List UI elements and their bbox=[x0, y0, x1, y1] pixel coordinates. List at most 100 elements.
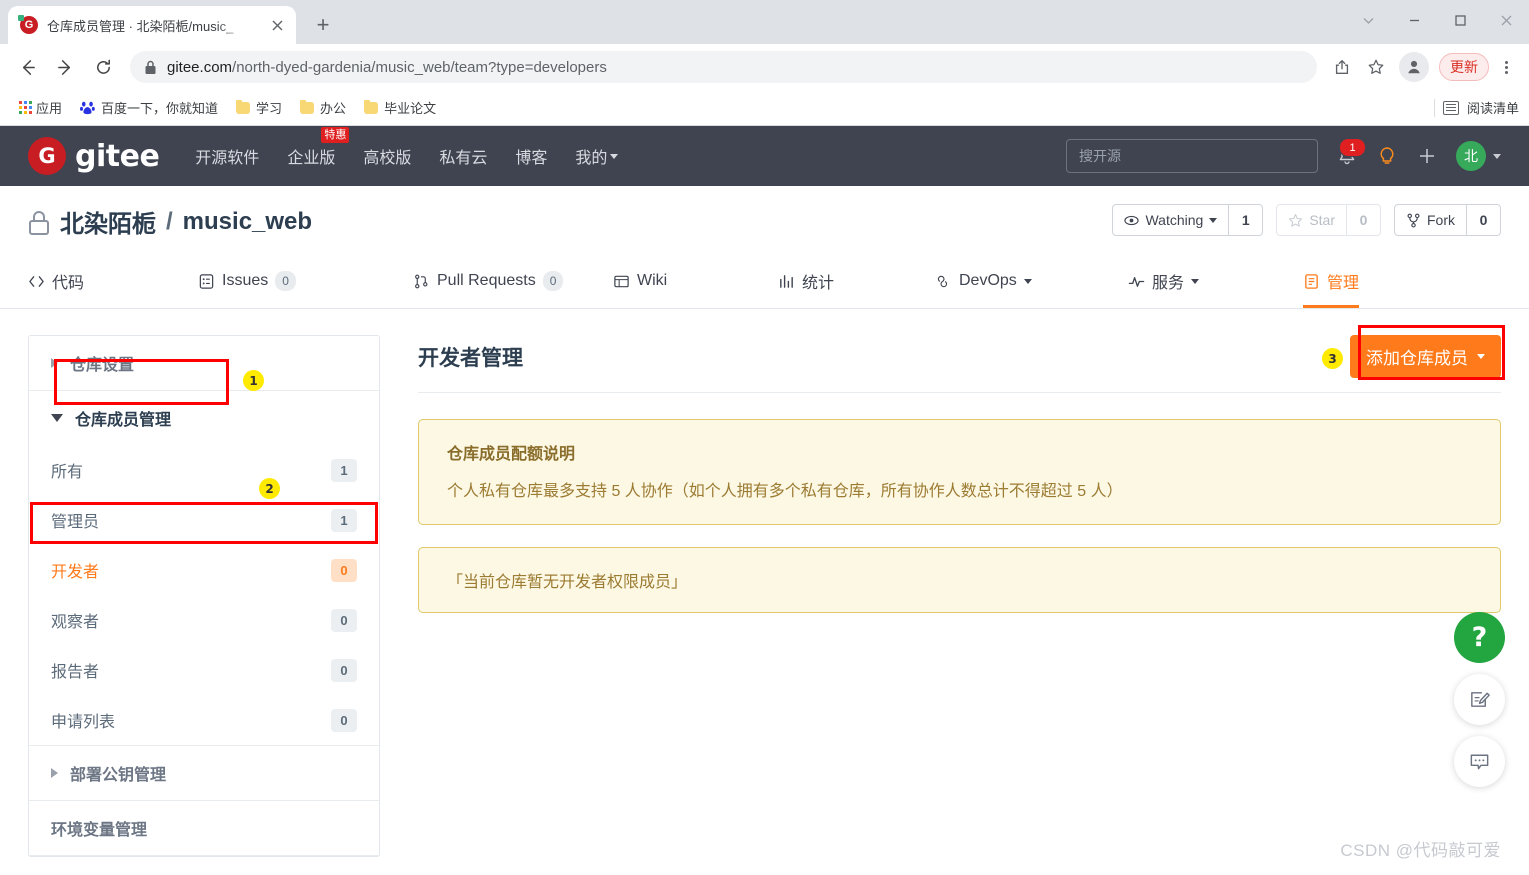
tab-code[interactable]: 代码 bbox=[28, 255, 198, 308]
sidebar-item-reporters[interactable]: 报告者 0 bbox=[29, 645, 379, 695]
edit-note-icon bbox=[1471, 692, 1490, 707]
activity-icon bbox=[1128, 276, 1145, 287]
feedback-button[interactable] bbox=[1454, 674, 1505, 725]
tab-devops[interactable]: DevOps bbox=[933, 255, 1128, 308]
sidebar-label: 仓库成员管理 bbox=[75, 412, 172, 429]
lightbulb-icon[interactable] bbox=[1376, 145, 1398, 167]
forward-arrow-icon[interactable] bbox=[48, 50, 82, 84]
bookmark-apps[interactable]: 应用 bbox=[12, 94, 69, 121]
sidebar-count: 0 bbox=[331, 558, 357, 582]
bookmark-label: 毕业论文 bbox=[384, 101, 437, 116]
chat-button[interactable] bbox=[1454, 736, 1505, 787]
maximize-icon[interactable] bbox=[1437, 0, 1483, 40]
repo-breadcrumb: 北染陌栀 / music_web bbox=[28, 204, 312, 239]
sidebar-label: 所有 bbox=[51, 464, 84, 481]
gitee-logo-text: gitee bbox=[75, 138, 160, 174]
nav-item-mine[interactable]: 我的 bbox=[575, 144, 619, 168]
add-member-button[interactable]: 添加仓库成员 bbox=[1350, 335, 1501, 378]
nav-item-education[interactable]: 高校版 bbox=[363, 144, 411, 168]
chevron-right-icon bbox=[51, 768, 58, 778]
bookmark-study[interactable]: 学习 bbox=[229, 94, 289, 121]
tab-title: 仓库成员管理 · 北染陌栀/music_ bbox=[47, 18, 234, 34]
sidebar-item-admins[interactable]: 管理员 1 bbox=[29, 495, 379, 545]
tab-pull-requests[interactable]: Pull Requests 0 bbox=[413, 255, 613, 308]
nav-item-private-cloud[interactable]: 私有云 bbox=[439, 144, 487, 168]
sidebar-item-repo-members[interactable]: 仓库成员管理 bbox=[29, 391, 379, 445]
sidebar-count: 0 bbox=[331, 708, 357, 732]
back-arrow-icon[interactable] bbox=[10, 50, 44, 84]
tab-stats[interactable]: 统计 bbox=[778, 255, 933, 308]
chevron-right-icon bbox=[51, 358, 58, 368]
repo-separator: / bbox=[166, 207, 173, 235]
star-count: 0 bbox=[1346, 205, 1380, 235]
profile-icon[interactable] bbox=[1399, 52, 1429, 82]
folder-icon bbox=[364, 99, 379, 114]
watching-button[interactable]: Watching 1 bbox=[1112, 204, 1264, 236]
tab-manage[interactable]: 管理 bbox=[1303, 255, 1360, 308]
address-bar[interactable]: gitee.com/north-dyed-gardenia/music_web/… bbox=[130, 51, 1317, 83]
tab-issues[interactable]: Issues 0 bbox=[198, 255, 413, 308]
infinity-icon bbox=[937, 275, 948, 287]
tab-label: Wiki bbox=[637, 272, 668, 289]
sidebar-item-deploy-keys[interactable]: 部署公钥管理 bbox=[29, 746, 379, 800]
page-body: 仓库设置 仓库成员管理 所有 1 管理员 1 开发者 0 观察者 0 报告者 0… bbox=[0, 309, 1529, 857]
nav-item-opensource[interactable]: 开源软件 bbox=[195, 144, 259, 168]
window-close-icon[interactable] bbox=[1483, 0, 1529, 40]
repo-name[interactable]: music_web bbox=[183, 208, 312, 236]
bookmark-thesis[interactable]: 毕业论文 bbox=[357, 94, 443, 121]
nav-item-blog[interactable]: 博客 bbox=[515, 144, 547, 168]
new-tab-button[interactable]: + bbox=[306, 8, 340, 42]
chevron-down-icon[interactable] bbox=[1345, 0, 1391, 40]
sidebar-item-applications[interactable]: 申请列表 0 bbox=[29, 695, 379, 745]
bookmark-label: 学习 bbox=[256, 101, 283, 116]
minimize-icon[interactable] bbox=[1391, 0, 1437, 40]
sidebar-item-env-vars[interactable]: 环境变量管理 bbox=[29, 801, 379, 855]
bookmark-baidu[interactable]: 百度一下，你就知道 bbox=[73, 94, 225, 121]
bell-icon[interactable]: 1 bbox=[1336, 138, 1366, 167]
tab-label: 代码 bbox=[52, 275, 85, 292]
user-menu[interactable]: 北 bbox=[1456, 141, 1501, 171]
nav-item-enterprise[interactable]: 企业版 特惠 bbox=[287, 127, 350, 168]
help-button[interactable]: ? bbox=[1454, 612, 1505, 663]
update-button[interactable]: 更新 bbox=[1439, 53, 1489, 81]
fork-button[interactable]: Fork 0 bbox=[1394, 204, 1501, 236]
plus-icon[interactable] bbox=[1416, 145, 1438, 167]
search-input[interactable]: 搜开源 bbox=[1066, 139, 1318, 173]
gitee-header: G gitee 开源软件 企业版 特惠 高校版 私有云 博客 我的 搜开源 1 … bbox=[0, 126, 1529, 186]
reload-icon[interactable] bbox=[86, 50, 120, 84]
share-icon[interactable] bbox=[1327, 52, 1357, 82]
browser-title-bar: G 仓库成员管理 · 北染陌栀/music_ + bbox=[0, 0, 1529, 44]
code-icon bbox=[29, 275, 44, 287]
tab-badge: 0 bbox=[542, 271, 564, 291]
three-dots-icon[interactable] bbox=[1493, 52, 1519, 82]
browser-tab[interactable]: G 仓库成员管理 · 北染陌栀/music_ bbox=[8, 6, 296, 44]
sidebar-item-observers[interactable]: 观察者 0 bbox=[29, 595, 379, 645]
bookmark-label: 办公 bbox=[320, 101, 347, 116]
sidebar-label: 管理员 bbox=[51, 514, 100, 531]
settings-sidebar: 仓库设置 仓库成员管理 所有 1 管理员 1 开发者 0 观察者 0 报告者 0… bbox=[28, 335, 380, 857]
close-icon[interactable] bbox=[266, 14, 288, 36]
gitee-logo[interactable]: G gitee bbox=[28, 137, 160, 175]
tab-label: 管理 bbox=[1327, 275, 1360, 292]
bookmark-office[interactable]: 办公 bbox=[293, 94, 353, 121]
tab-wiki[interactable]: Wiki bbox=[613, 255, 778, 308]
tab-services[interactable]: 服务 bbox=[1128, 255, 1303, 308]
star-button[interactable]: Star 0 bbox=[1276, 204, 1381, 236]
watermark: CSDN @代码敲可爱 bbox=[1340, 841, 1501, 860]
chevron-down-icon bbox=[1191, 278, 1200, 284]
tab-label: DevOps bbox=[959, 272, 1017, 289]
sidebar-label: 开发者 bbox=[51, 564, 100, 581]
reading-list-button[interactable]: 阅读清单 bbox=[1433, 98, 1519, 117]
sidebar-item-developers[interactable]: 开发者 0 bbox=[29, 545, 379, 595]
sidebar-item-all[interactable]: 所有 1 bbox=[29, 445, 379, 495]
gitee-logo-mark: G bbox=[28, 137, 66, 175]
sidebar-count: 0 bbox=[331, 658, 357, 682]
main-content: 开发者管理 添加仓库成员 3 仓库成员配额说明 个人私有仓库最多支持 5 人协作… bbox=[418, 325, 1505, 857]
sidebar-section-repo-settings: 仓库设置 bbox=[29, 336, 379, 391]
bookmark-star-icon[interactable] bbox=[1361, 52, 1391, 82]
lock-icon bbox=[28, 209, 50, 235]
chevron-down-icon bbox=[1477, 354, 1485, 359]
sidebar-item-repo-settings[interactable]: 仓库设置 bbox=[29, 336, 379, 390]
repo-owner[interactable]: 北染陌栀 bbox=[60, 204, 156, 239]
tab-label: 统计 bbox=[802, 275, 835, 292]
